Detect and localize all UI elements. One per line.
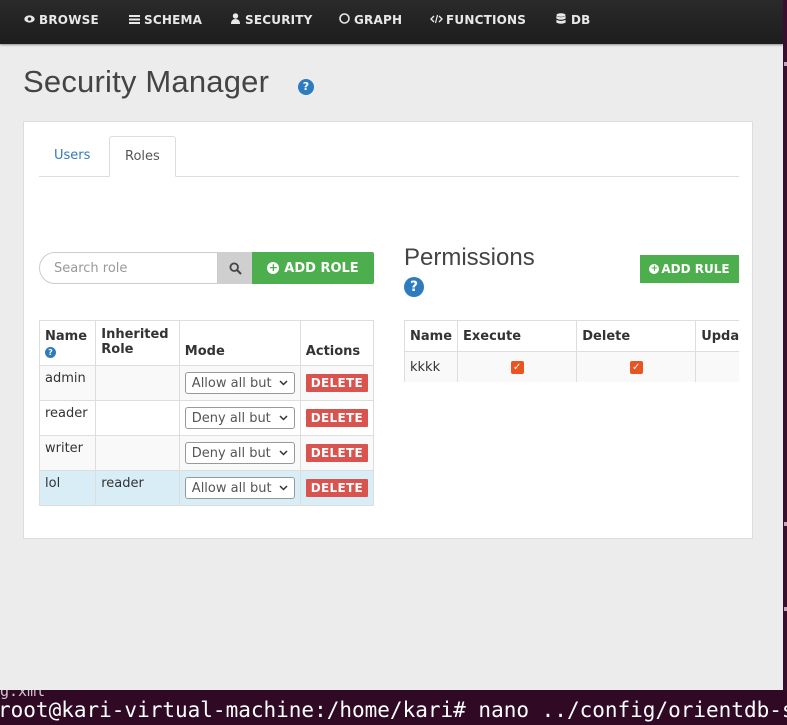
code-icon (430, 14, 443, 27)
nav-security[interactable]: SECURITY (229, 11, 313, 29)
add-role-label: ADD ROLE (284, 260, 359, 276)
column-header-name: Name ? (38, 320, 97, 366)
permissions-title: Permissions (404, 244, 535, 271)
column-header-update: Update (695, 320, 739, 352)
name-help-icon[interactable]: ? (45, 347, 56, 358)
top-navbar: BROWSE SCHEMA SECURITY GRAPH FUNCTIONS D… (0, 0, 783, 44)
role-mode-cell: Deny all but (178, 435, 301, 471)
delete-cell: ✓ (576, 351, 697, 382)
mode-select[interactable]: Allow all but (184, 372, 295, 394)
role-name: reader (38, 400, 97, 436)
plus-circle-icon: + (267, 261, 280, 274)
nav-db-label: DB (571, 13, 591, 27)
nav-db[interactable]: DB (555, 11, 591, 29)
mode-select-value: Deny all but (191, 445, 271, 461)
chevron-down-icon (279, 485, 288, 491)
role-mode-cell: Deny all but (178, 400, 301, 436)
permission-name: kkkk (404, 351, 459, 382)
user-icon (229, 13, 241, 27)
chevron-down-icon (279, 415, 288, 421)
add-role-button[interactable]: + ADD ROLE (252, 252, 374, 284)
role-actions: DELETE (299, 365, 375, 401)
chevron-down-icon (279, 450, 288, 456)
delete-checkbox[interactable]: ✓ (629, 361, 643, 374)
role-inherited (95, 365, 180, 401)
update-cell (695, 351, 739, 382)
database-icon (555, 12, 567, 28)
mode-select[interactable]: Deny all but (184, 442, 295, 464)
help-icon[interactable]: ? (298, 79, 314, 95)
mode-select-value: Deny all but (191, 410, 271, 426)
role-actions: DELETE (299, 435, 375, 471)
delete-button[interactable]: DELETE (305, 409, 368, 427)
nav-browse[interactable]: BROWSE (23, 11, 99, 29)
execute-checkbox[interactable]: ✓ (510, 361, 524, 374)
nav-schema[interactable]: SCHEMA (128, 11, 202, 29)
list-icon (128, 14, 140, 27)
permissions-header-row: Name Execute Delete Update (404, 320, 739, 352)
mode-select[interactable]: Allow all but (184, 477, 295, 499)
delete-button[interactable]: DELETE (305, 444, 368, 462)
background-window-edge (783, 0, 787, 690)
role-inherited (95, 435, 180, 471)
circle-icon (338, 13, 350, 27)
terminal-command-line: root@kari-virtual-machine:/home/kari# na… (0, 698, 787, 722)
table-row[interactable]: admin Allow all but DELETE (38, 365, 375, 401)
table-row-selected[interactable]: lol reader Allow all but DELETE (38, 470, 375, 506)
column-header-actions: Actions (299, 320, 375, 366)
delete-button[interactable]: DELETE (305, 374, 368, 392)
orientdb-studio-window: BROWSE SCHEMA SECURITY GRAPH FUNCTIONS D… (0, 0, 783, 690)
nav-functions[interactable]: FUNCTIONS (430, 11, 526, 29)
page-title: Security Manager (23, 64, 270, 99)
table-row[interactable]: writer Deny all but DELETE (38, 435, 375, 471)
roles-header-row: Name ? Inherited Role Mode Actions (38, 320, 375, 366)
search-button[interactable] (218, 252, 252, 284)
role-mode-cell: Allow all but (178, 470, 301, 506)
column-header-name: Name (404, 320, 459, 352)
tab-roles[interactable]: Roles (109, 136, 176, 177)
role-actions: DELETE (299, 470, 375, 506)
plus-circle-icon: + (649, 264, 660, 274)
column-header-mode: Mode (178, 320, 301, 366)
add-rule-button[interactable]: + ADD RULE (640, 255, 739, 283)
column-header-delete: Delete (576, 320, 697, 352)
security-panel: Users Roles + ADD ROLE Name ? Inherited (23, 121, 753, 539)
eye-icon (23, 14, 35, 26)
roles-table: Name ? Inherited Role Mode Actions admin… (38, 320, 375, 506)
role-mode-cell: Allow all but (178, 365, 301, 401)
mode-select-value: Allow all but (191, 375, 272, 391)
mode-select-value: Allow all but (191, 480, 272, 496)
role-actions: DELETE (299, 400, 375, 436)
search-icon (228, 261, 242, 275)
permissions-table: Name Execute Delete Update kkkk ✓ ✓ (404, 320, 739, 382)
column-header-inherited-role: Inherited Role (95, 320, 180, 366)
tab-users[interactable]: Users (39, 136, 105, 176)
table-row[interactable]: reader Deny all but DELETE (38, 400, 375, 436)
mode-select[interactable]: Deny all but (184, 407, 295, 429)
delete-button[interactable]: DELETE (305, 479, 368, 497)
role-inherited: reader (95, 470, 180, 506)
role-inherited (95, 400, 180, 436)
chevron-down-icon (279, 380, 288, 386)
nav-graph-label: GRAPH (354, 13, 403, 27)
nav-browse-label: BROWSE (39, 13, 99, 27)
permissions-scroll-area[interactable]: Name Execute Delete Update kkkk ✓ ✓ (404, 320, 739, 382)
nav-security-label: SECURITY (245, 13, 313, 27)
table-row[interactable]: kkkk ✓ ✓ (404, 351, 739, 382)
nav-functions-label: FUNCTIONS (446, 13, 527, 27)
terminal-window[interactable]: g.xml root@kari-virtual-machine:/home/ka… (0, 690, 787, 725)
permissions-help-icon[interactable]: ? (404, 277, 424, 297)
column-header-execute: Execute (457, 320, 578, 352)
nav-schema-label: SCHEMA (144, 13, 203, 27)
role-name: admin (38, 365, 97, 401)
execute-cell: ✓ (457, 351, 578, 382)
search-role-input[interactable] (39, 252, 218, 284)
add-rule-label: ADD RULE (661, 262, 730, 276)
role-name: lol (38, 470, 97, 506)
nav-graph[interactable]: GRAPH (338, 11, 402, 29)
role-name: writer (38, 435, 97, 471)
